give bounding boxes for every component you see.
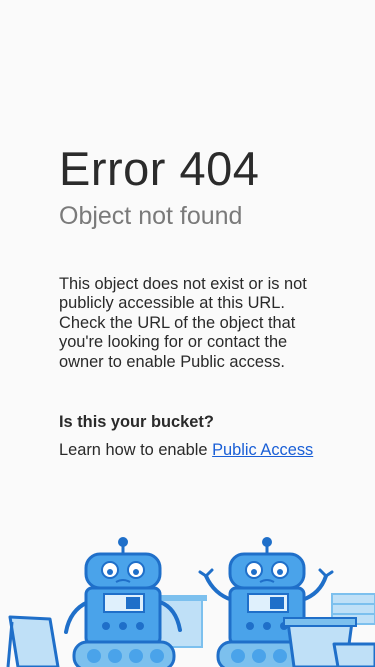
page-title: Error 404 [59, 142, 260, 195]
bucket-question: Is this your bucket? [59, 413, 214, 432]
learn-prefix: Learn how to enable [59, 441, 213, 460]
public-access-link[interactable]: Public Access [212, 441, 313, 459]
learn-text: Learn how to enable Public Access [59, 441, 329, 460]
left-robot-icon [64, 537, 182, 667]
error-page: Error 404 Object not found This object d… [0, 0, 375, 667]
error-description: This object does not exist or is not pub… [59, 275, 307, 371]
error-content: Error 404 Object not found This object d… [59, 140, 329, 460]
left-cup-icon [6, 615, 60, 667]
robots-illustration-icon [6, 537, 375, 667]
page-subtitle: Object not found [59, 202, 243, 230]
